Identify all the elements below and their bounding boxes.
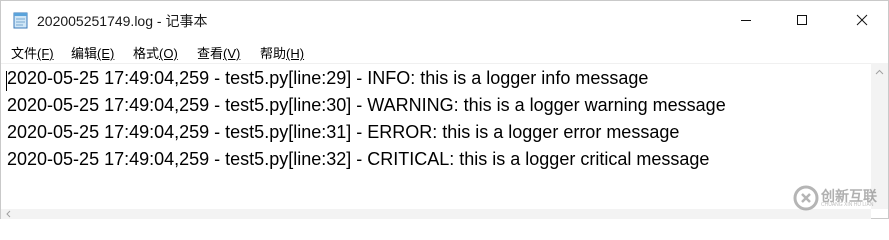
minimize-button[interactable] <box>723 1 769 39</box>
window-title: 202005251749.log - 记事本 <box>37 13 208 29</box>
horizontal-scrollbar[interactable] <box>1 209 871 219</box>
menu-view[interactable]: 查看(V) <box>197 43 240 62</box>
menu-accelerator: (V) <box>223 46 241 61</box>
text-caret <box>6 71 7 91</box>
log-line: 2020-05-25 17:49:04,259 - test5.py[line:… <box>7 95 726 115</box>
menu-help[interactable]: 帮助(H) <box>260 43 304 62</box>
menu-format[interactable]: 格式(O) <box>133 43 178 62</box>
maximize-button[interactable] <box>779 1 825 39</box>
menu-accelerator: (F) <box>37 46 54 61</box>
log-line: 2020-05-25 17:49:04,259 - test5.py[line:… <box>7 68 649 88</box>
menu-accelerator: (E) <box>97 46 115 61</box>
scroll-up-icon[interactable] <box>871 65 888 79</box>
watermark-icon <box>793 185 819 211</box>
menu-file[interactable]: 文件(F) <box>11 43 54 62</box>
menu-label: 编辑 <box>71 46 98 61</box>
menu-edit[interactable]: 编辑(E) <box>71 43 114 62</box>
menu-label: 文件 <box>11 46 38 61</box>
menu-accelerator: (H) <box>286 46 305 61</box>
menu-label: 帮助 <box>260 46 287 61</box>
menu-label: 查看 <box>197 46 224 61</box>
menu-accelerator: (O) <box>159 46 178 61</box>
watermark-subtext: CHUANG XIN HU LIAN <box>821 202 874 208</box>
menu-bar: 文件(F) 编辑(E) 格式(O) 查看(V) 帮助(H) <box>1 39 888 63</box>
close-button[interactable] <box>839 1 885 39</box>
scroll-left-icon[interactable] <box>3 209 15 219</box>
maximize-icon <box>797 15 807 25</box>
log-line: 2020-05-25 17:49:04,259 - test5.py[line:… <box>7 122 680 142</box>
minimize-icon <box>741 20 751 21</box>
text-editor[interactable]: 2020-05-25 17:49:04,259 - test5.py[line:… <box>1 63 871 210</box>
log-line: 2020-05-25 17:49:04,259 - test5.py[line:… <box>7 149 710 169</box>
menu-label: 格式 <box>133 46 160 61</box>
notepad-icon <box>13 12 28 29</box>
watermark-logo: 创新互联 CHUANG XIN HU LIAN <box>793 183 889 213</box>
title-bar[interactable]: 202005251749.log - 记事本 <box>1 1 888 39</box>
close-icon <box>856 14 868 26</box>
notepad-window: 202005251749.log - 记事本 文件(F) 编辑(E) 格式(O)… <box>0 0 889 219</box>
